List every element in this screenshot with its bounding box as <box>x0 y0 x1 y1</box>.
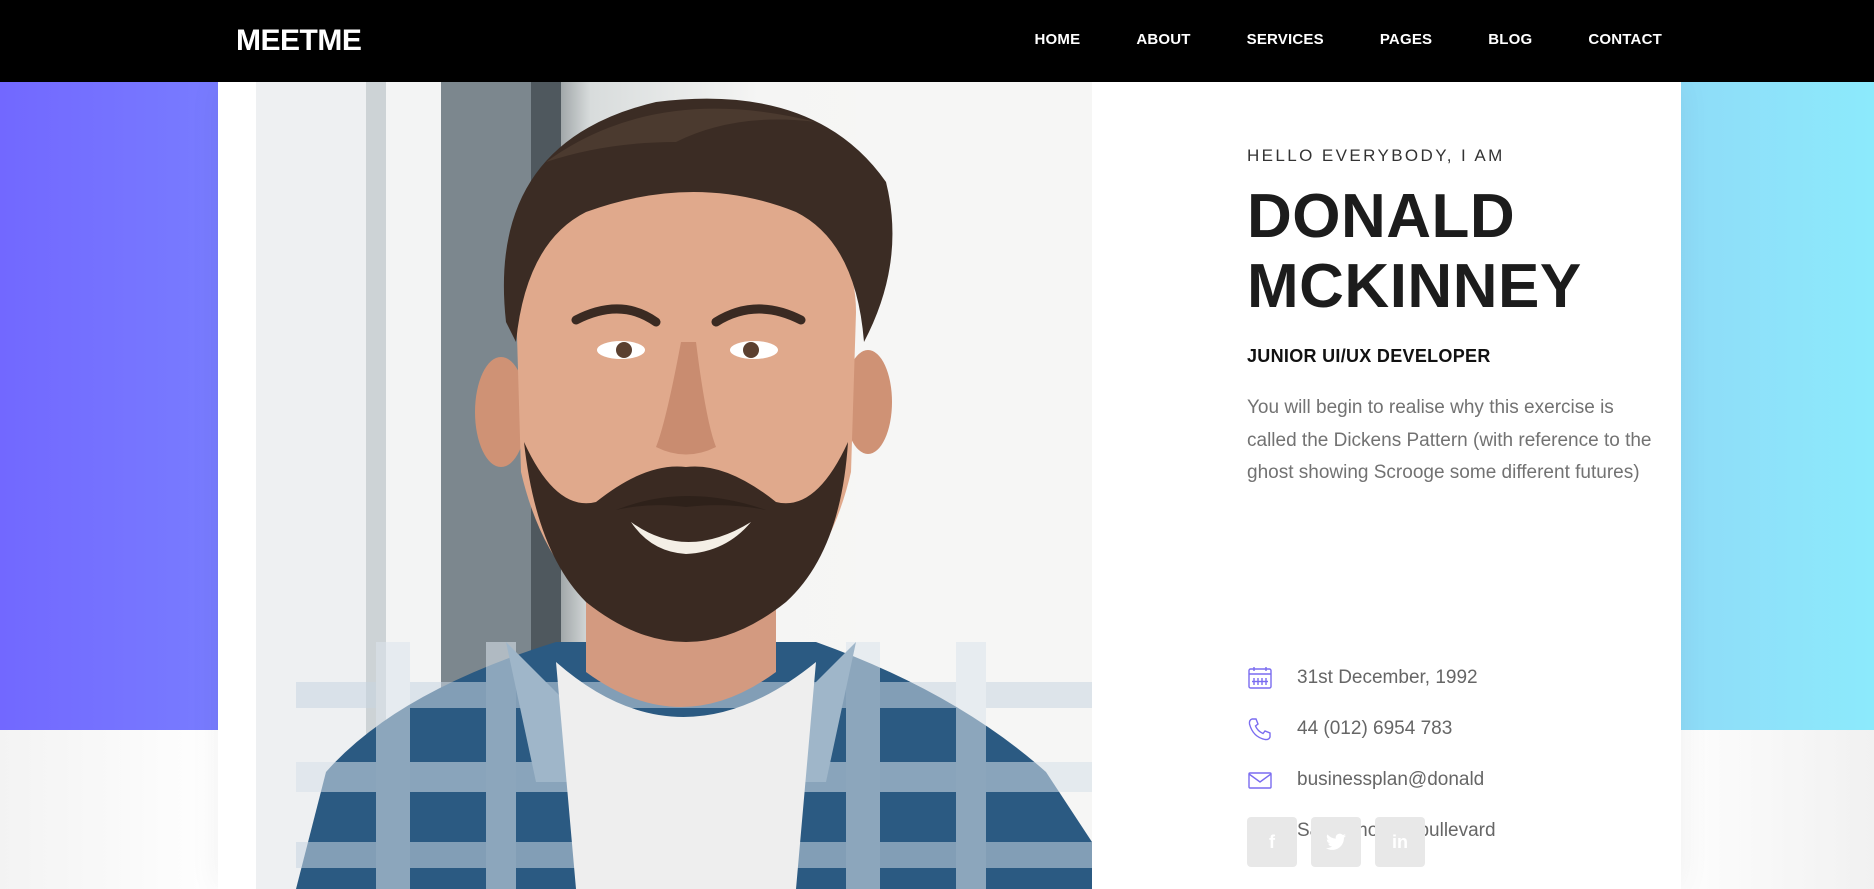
main-nav: HOME ABOUT SERVICES PAGES BLOG CONTACT <box>1035 0 1663 78</box>
contact-phone: 44 (012) 6954 783 <box>1247 714 1452 744</box>
birthday-text: 31st December, 1992 <box>1297 667 1478 688</box>
social-links: f in <box>1247 817 1425 867</box>
nav-blog[interactable]: BLOG <box>1488 31 1532 48</box>
linkedin-icon[interactable]: in <box>1375 817 1425 867</box>
nav-services[interactable]: SERVICES <box>1247 31 1324 48</box>
email-text[interactable]: businessplan@donald <box>1297 769 1484 791</box>
portrait-illustration <box>256 82 1092 889</box>
nav-pages[interactable]: PAGES <box>1380 31 1432 48</box>
contact-email: businessplan@donald <box>1247 765 1484 795</box>
calendar-icon <box>1247 665 1273 691</box>
profile-role: JUNIOR UI/UX DEVELOPER <box>1247 346 1491 366</box>
profile-card: HELLO EVERYBODY, I AM DONALD MCKINNEY JU… <box>218 82 1681 889</box>
profile-name: DONALD MCKINNEY <box>1247 182 1582 322</box>
top-navbar: MEETME HOME ABOUT SERVICES PAGES BLOG CO… <box>0 0 1874 82</box>
twitter-icon[interactable] <box>1311 817 1361 867</box>
nav-home[interactable]: HOME <box>1035 31 1081 48</box>
facebook-icon[interactable]: f <box>1247 817 1297 867</box>
name-first: DONALD <box>1247 182 1516 251</box>
nav-contact[interactable]: CONTACT <box>1588 31 1662 48</box>
name-last: MCKINNEY <box>1247 252 1582 321</box>
site-logo[interactable]: MEETME <box>236 22 362 60</box>
phone-icon <box>1247 716 1273 742</box>
greeting-text: HELLO EVERYBODY, I AM <box>1247 146 1505 165</box>
contact-birthday: 31st December, 1992 <box>1247 663 1478 693</box>
nav-about[interactable]: ABOUT <box>1136 31 1190 48</box>
profile-bio: You will begin to realise why this exerc… <box>1247 397 1652 483</box>
phone-text[interactable]: 44 (012) 6954 783 <box>1297 718 1452 740</box>
profile-photo <box>256 82 1092 889</box>
mail-icon <box>1247 767 1273 793</box>
